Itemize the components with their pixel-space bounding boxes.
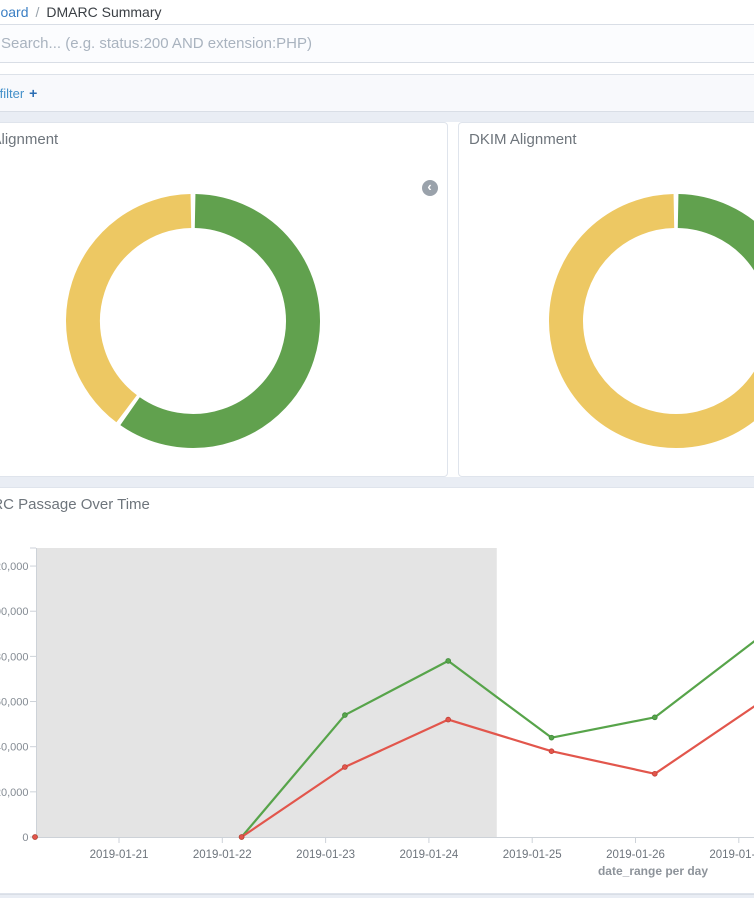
dashboard-gutter-bottom <box>0 894 754 898</box>
panel-spf-alignment: SPF Alignment ‹ <box>0 122 448 477</box>
dashboard-viewport: Dashboard / DMARC Summary Add a filter +… <box>0 0 754 898</box>
y-axis-label: 100,000 <box>0 606 29 618</box>
plus-icon: + <box>29 85 37 101</box>
y-axis-label: 40,000 <box>0 742 29 754</box>
pie-slice-green[interactable] <box>130 211 303 431</box>
y-axis-label: 80,000 <box>0 651 29 663</box>
data-point-red[interactable] <box>549 749 554 754</box>
pie-slice-yellow[interactable] <box>83 211 191 409</box>
data-point-red[interactable] <box>33 835 38 840</box>
x-axis-label: 2019-01-22 <box>193 849 252 861</box>
panel-dkim-alignment: DKIM Alignment <box>458 122 754 477</box>
pie-slice-green[interactable] <box>678 211 754 340</box>
add-filter-button[interactable]: Add a filter + <box>0 75 37 111</box>
panel-dmarc-passage: DMARC Passage Over Time 020,00040,00060,… <box>0 487 754 894</box>
time-brush-selection[interactable] <box>36 548 497 837</box>
breadcrumb-bar: Dashboard / DMARC Summary <box>0 0 754 25</box>
x-axis-title: date_range per day <box>598 864 708 878</box>
filter-bar: Add a filter + <box>0 74 754 112</box>
data-point-red[interactable] <box>343 765 348 770</box>
y-axis-label: 0 <box>22 832 28 844</box>
breadcrumb-dashboard-link[interactable]: Dashboard <box>0 4 29 20</box>
data-point-red[interactable] <box>652 771 657 776</box>
y-axis-label: 120,000 <box>0 561 29 573</box>
data-point-red[interactable] <box>239 835 244 840</box>
breadcrumb-separator: / <box>36 4 40 20</box>
dashboard-gutter <box>0 112 754 122</box>
breadcrumb: Dashboard / DMARC Summary <box>0 0 162 24</box>
search-input[interactable] <box>1 25 753 62</box>
page-title: DMARC Summary <box>46 4 161 20</box>
data-point-green[interactable] <box>549 735 554 740</box>
data-point-green[interactable] <box>446 658 451 663</box>
x-axis-label: 2019-01-21 <box>90 849 149 861</box>
passage-line-chart[interactable]: 0 20,000 40,000 60,000 80,000 100,000 120,000 2… <box>0 488 754 895</box>
x-axis-label: 2019-01-23 <box>296 849 355 861</box>
spf-donut-chart[interactable] <box>58 186 328 456</box>
panel-title-spf: SPF Alignment <box>0 131 58 148</box>
query-bar <box>0 25 754 63</box>
x-axis-label: 2019-01-26 <box>606 849 665 861</box>
x-axis-label: 2019-01-24 <box>399 849 458 861</box>
data-point-green[interactable] <box>652 715 657 720</box>
pie-slice-yellow[interactable] <box>566 211 754 431</box>
dkim-donut-chart[interactable] <box>541 186 754 456</box>
add-filter-label: Add a filter <box>0 86 24 101</box>
legend-collapse-icon[interactable]: ‹ <box>422 180 438 196</box>
data-point-red[interactable] <box>446 717 451 722</box>
x-axis-label: 2019-01-25 <box>503 849 562 861</box>
dashboard-gutter <box>0 477 754 487</box>
y-axis-label: 60,000 <box>0 697 29 709</box>
data-point-green[interactable] <box>343 713 348 718</box>
x-axis-label: 2019-01-27 <box>709 849 754 861</box>
panel-title-dkim: DKIM Alignment <box>469 131 577 148</box>
y-axis-label: 20,000 <box>0 787 29 799</box>
